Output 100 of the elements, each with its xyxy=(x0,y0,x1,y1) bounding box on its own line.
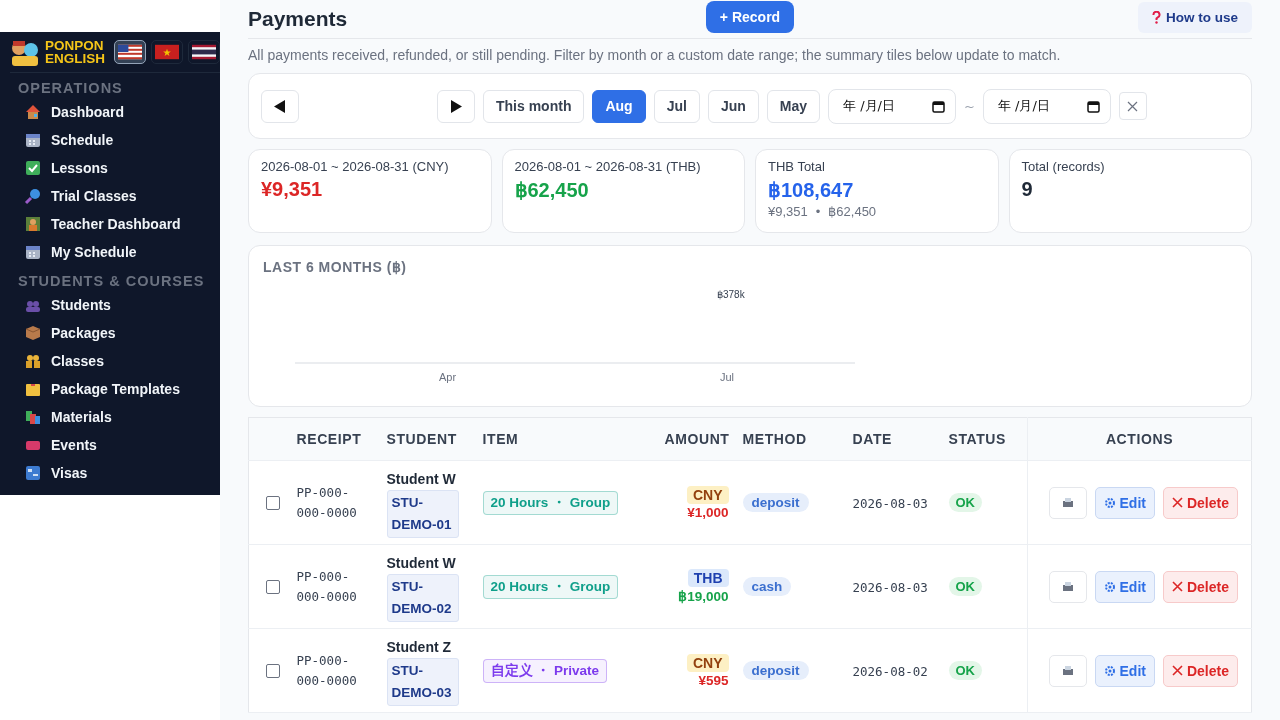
column-header: ITEM xyxy=(482,431,519,447)
help-button[interactable]: How to use xyxy=(1138,2,1252,33)
cross-icon xyxy=(1171,581,1183,592)
print-button[interactable] xyxy=(1048,654,1087,687)
teacher-icon xyxy=(24,215,42,233)
axis-label: Apr xyxy=(439,371,457,383)
column-header: DATE xyxy=(852,431,892,447)
method-tag: deposit xyxy=(742,661,809,680)
previous-button[interactable] xyxy=(261,89,299,123)
month-button[interactable]: Aug xyxy=(592,89,646,123)
logo-icon xyxy=(10,38,40,66)
student-id[interactable]: STU-DEMO-02 xyxy=(386,573,459,622)
tile-label: THB Total xyxy=(768,159,825,174)
column-header: AMOUNT xyxy=(664,431,730,447)
sidebar-item[interactable]: Schedule xyxy=(18,126,198,154)
method-tag: deposit xyxy=(742,493,809,512)
student-name: Student W xyxy=(386,554,456,571)
column-header: ACTIONS xyxy=(1105,431,1174,447)
sidebar-item[interactable]: Students xyxy=(18,291,198,319)
delete-button[interactable]: Delete xyxy=(1162,570,1238,603)
tile-subvalue: ฿62,450 xyxy=(828,204,877,219)
sidebar-item[interactable]: Teacher Dashboard xyxy=(18,210,198,238)
receipt-number: PP-000-000-0000 xyxy=(296,483,358,522)
payment-date: 2026-08-02 xyxy=(852,663,928,679)
cross-icon xyxy=(1171,665,1183,676)
printer-icon xyxy=(1061,581,1074,592)
page-description: All payments received, refunded, or still pending. Filter by month or a custom date range; the summary tiles below update to match. xyxy=(248,47,1062,63)
flag-button[interactable] xyxy=(151,40,183,64)
card-icon xyxy=(24,464,42,482)
amount: ฿19,000 xyxy=(678,588,729,604)
clear-button[interactable] xyxy=(1118,92,1147,120)
date-field[interactable]: 年 /月/日 xyxy=(982,88,1111,124)
axis-label: Jul xyxy=(720,371,735,383)
row-checkbox[interactable] xyxy=(266,663,280,678)
month-button[interactable]: May xyxy=(766,89,820,123)
row-checkbox[interactable] xyxy=(266,495,280,510)
tile-value: ฿62,450 xyxy=(514,178,589,202)
item-tag: 20 Hours ・ Group xyxy=(482,574,619,599)
amount: ¥595 xyxy=(698,672,729,688)
print-button[interactable] xyxy=(1048,486,1087,519)
currency-tag: CNY xyxy=(686,653,729,672)
print-button[interactable] xyxy=(1048,570,1087,603)
sidebar-item[interactable]: Packages xyxy=(18,319,198,347)
edit-button[interactable]: Edit xyxy=(1094,654,1155,687)
printer-icon xyxy=(1061,497,1074,508)
range-separator: ~ xyxy=(964,98,975,114)
month-button[interactable]: Jul xyxy=(653,89,700,123)
sidebar-item[interactable]: Materials xyxy=(18,403,198,431)
tile-label: 2026-08-01 ~ 2026-08-31 (THB) xyxy=(514,159,701,174)
tile-value: 9 xyxy=(1021,178,1033,201)
sidebar-item[interactable]: Lessons xyxy=(18,154,198,182)
currency-tag: THB xyxy=(687,569,729,587)
flag-button[interactable] xyxy=(114,40,146,64)
sidebar-item[interactable]: Classes xyxy=(18,347,198,375)
sidebar-item[interactable]: Dashboard xyxy=(18,98,198,126)
status-tag: OK xyxy=(948,493,982,512)
check-icon xyxy=(24,159,42,177)
tile-label: Total (records) xyxy=(1021,159,1105,174)
month-button[interactable]: Jun xyxy=(707,89,759,123)
page-title: Payments xyxy=(248,7,349,31)
item-tag: 自定义 ・ Private xyxy=(482,658,608,683)
delete-button[interactable]: Delete xyxy=(1162,486,1238,519)
gear-icon xyxy=(1103,664,1116,677)
sidebar-item[interactable]: Visas xyxy=(18,459,198,487)
student-name: Student Z xyxy=(386,638,452,655)
tile-label: 2026-08-01 ~ 2026-08-31 (CNY) xyxy=(261,159,449,174)
right-triangle-icon xyxy=(450,99,462,113)
student-id[interactable]: STU-DEMO-03 xyxy=(386,657,459,706)
record-button[interactable]: + Record xyxy=(705,1,795,33)
column-header: RECEIPT xyxy=(296,431,362,447)
delete-button[interactable]: Delete xyxy=(1162,654,1238,687)
calendar-icon xyxy=(932,99,945,113)
tile-value: ¥9,351 xyxy=(261,178,323,201)
row-checkbox[interactable] xyxy=(266,579,280,594)
house-icon xyxy=(24,103,42,121)
sidebar-item[interactable]: Trial Classes xyxy=(18,182,198,210)
printer-icon xyxy=(1061,665,1074,676)
this-month-button[interactable]: This month xyxy=(483,89,585,123)
calendar-icon xyxy=(1086,99,1100,113)
gear-icon xyxy=(1103,580,1116,593)
amount: ¥1,000 xyxy=(687,504,729,520)
flag-button[interactable] xyxy=(188,40,220,64)
magnifier-icon xyxy=(24,187,42,205)
status-tag: OK xyxy=(948,661,982,680)
left-triangle-icon xyxy=(274,99,286,113)
receipt-number: PP-000-000-0000 xyxy=(296,567,358,606)
column-header: STUDENT xyxy=(386,431,457,447)
edit-button[interactable]: Edit xyxy=(1094,570,1155,603)
sidebar-item[interactable]: My Schedule xyxy=(18,238,198,266)
item-tag: 20 Hours ・ Group xyxy=(482,490,619,515)
edit-button[interactable]: Edit xyxy=(1094,486,1155,519)
box-icon xyxy=(24,324,42,342)
sidebar-item[interactable]: Package Templates xyxy=(18,375,198,403)
method-tag: cash xyxy=(742,577,792,596)
next-button[interactable] xyxy=(437,89,475,123)
cross-icon xyxy=(1171,497,1183,508)
student-id[interactable]: STU-DEMO-01 xyxy=(386,489,459,538)
date-field[interactable]: 年 /月/日 xyxy=(828,88,956,124)
tile-value: ฿108,647 xyxy=(768,178,854,202)
sidebar-item[interactable]: Events xyxy=(18,431,198,459)
